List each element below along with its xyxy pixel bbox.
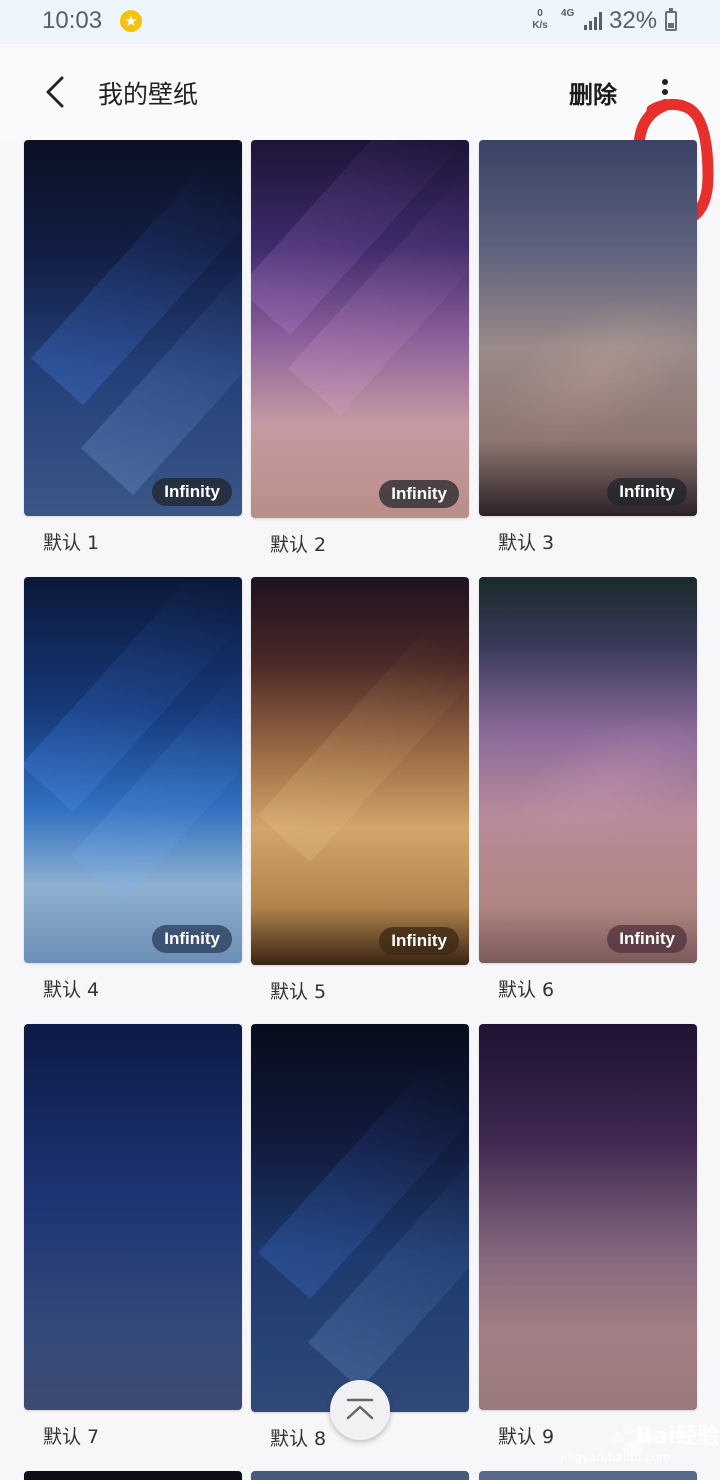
wallpaper-item-10[interactable]: [24, 1471, 242, 1480]
scroll-to-top-button[interactable]: [330, 1380, 390, 1440]
wallpaper-label: 默认 3: [498, 532, 555, 554]
status-time: 10:03: [42, 7, 103, 34]
wallpaper-label: 默认 9: [498, 1426, 555, 1448]
network-type: 4G: [561, 8, 575, 19]
watermark-url: jingyan.baidu.com: [560, 1450, 671, 1464]
chevron-up-icon: [346, 1398, 374, 1420]
back-button[interactable]: [34, 70, 78, 114]
wallpaper-thumbnail: [251, 1471, 469, 1480]
status-bar: 10:03 ★ 0 K/s 4G 32%: [0, 0, 720, 44]
star-notification-icon: ★: [120, 10, 142, 32]
page-title: 我的壁纸: [98, 80, 199, 109]
wallpaper-thumbnail: Infinity: [251, 140, 469, 518]
signal-icon: [584, 12, 604, 30]
wallpaper-item-6[interactable]: Infinity 默认 6: [479, 577, 697, 1001]
wallpaper-item-8[interactable]: 默认 8: [251, 1024, 469, 1450]
wallpaper-grid: Infinity 默认 1 Infinity 默认 2 Infinity 默认 …: [0, 140, 720, 1480]
wallpaper-item-9[interactable]: 默认 9: [479, 1024, 697, 1448]
wallpaper-item-11[interactable]: [251, 1471, 469, 1480]
wallpaper-item-12[interactable]: [479, 1471, 697, 1480]
chevron-left-icon: [46, 76, 64, 108]
infinity-badge: Infinity: [379, 480, 459, 508]
wallpaper-thumbnail: [479, 1024, 697, 1410]
infinity-badge: Infinity: [152, 478, 232, 506]
watermark-text: Bai经验: [636, 1424, 720, 1449]
wallpaper-item-7[interactable]: 默认 7: [24, 1024, 242, 1448]
wallpaper-item-4[interactable]: Infinity 默认 4: [24, 577, 242, 1001]
wallpaper-label: 默认 2: [270, 534, 327, 556]
wallpaper-item-2[interactable]: Infinity 默认 2: [251, 140, 469, 556]
infinity-badge: Infinity: [607, 478, 687, 506]
wallpaper-item-5[interactable]: Infinity 默认 5: [251, 577, 469, 1003]
wallpaper-label: 默认 4: [43, 979, 100, 1001]
wallpaper-thumbnail: Infinity: [24, 577, 242, 963]
wallpaper-thumbnail: [24, 1471, 242, 1480]
wallpaper-thumbnail: Infinity: [251, 577, 469, 965]
wallpaper-thumbnail: [24, 1024, 242, 1410]
infinity-badge: Infinity: [152, 925, 232, 953]
wallpaper-label: 默认 6: [498, 979, 555, 1001]
infinity-badge: Infinity: [379, 927, 459, 955]
wallpaper-label: 默认 1: [43, 532, 100, 554]
app-bar: 我的壁纸 删除: [0, 44, 720, 227]
wallpaper-thumbnail: Infinity: [479, 140, 697, 516]
wallpaper-item-1[interactable]: Infinity 默认 1: [24, 140, 242, 554]
wallpaper-label: 默认 8: [270, 1428, 327, 1450]
wallpaper-thumbnail: Infinity: [24, 140, 242, 516]
wallpaper-thumbnail: [479, 1471, 697, 1480]
net-speed-unit: K/s: [532, 20, 548, 31]
battery-percent: 32%: [609, 7, 658, 34]
wallpaper-thumbnail: [251, 1024, 469, 1412]
net-speed: 0 K/s: [529, 8, 551, 32]
infinity-badge: Infinity: [607, 925, 687, 953]
delete-button[interactable]: 删除: [569, 75, 617, 110]
net-speed-value: 0: [537, 8, 543, 19]
more-options-button[interactable]: [650, 70, 680, 114]
wallpaper-thumbnail: Infinity: [479, 577, 697, 963]
wallpaper-label: 默认 7: [43, 1426, 100, 1448]
wallpaper-label: 默认 5: [270, 981, 327, 1003]
wallpaper-item-3[interactable]: Infinity 默认 3: [479, 140, 697, 554]
battery-icon: [665, 8, 677, 31]
